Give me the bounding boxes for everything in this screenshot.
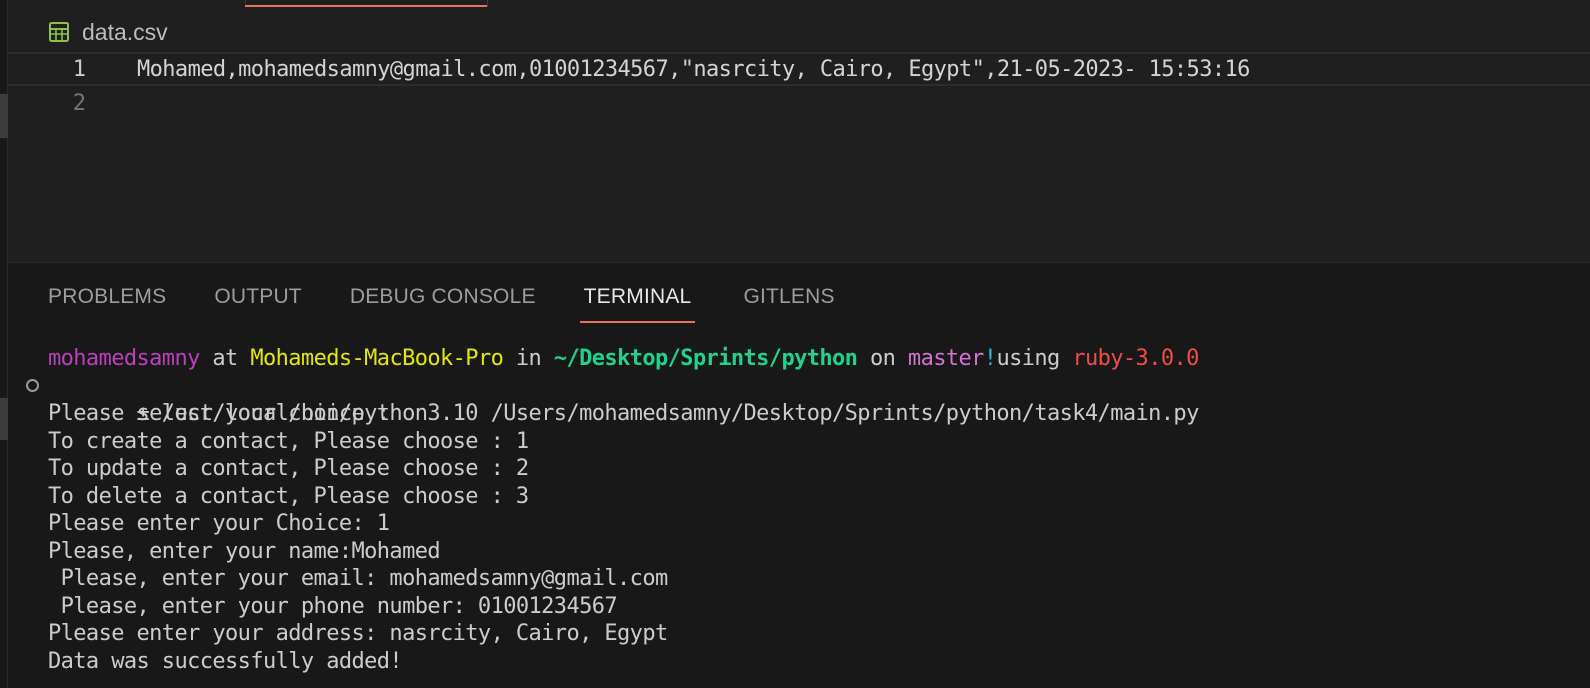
terminal-prompt: mohamedsamny at Mohameds-MacBook-Pro in … — [48, 345, 1578, 373]
prompt-using: using — [996, 346, 1073, 371]
tab-gitlens[interactable]: GITLENS — [743, 283, 834, 323]
terminal-line: To create a contact, Please choose : 1 — [48, 428, 529, 454]
terminal-line: Please, enter your phone number: 0100123… — [48, 593, 618, 619]
terminal-line: Please, enter your email: mohamedsamny@g… — [48, 566, 669, 591]
command-status-circle-icon[interactable] — [26, 378, 39, 392]
line-number: 1 — [72, 56, 86, 82]
command-text: ± /usr/local/bin/python3.10 /Users/moham… — [123, 401, 1200, 426]
prompt-host: Mohameds-MacBook-Pro — [250, 346, 504, 371]
line-content[interactable]: Mohamed,mohamedsamny@gmail.com,010012345… — [137, 57, 1250, 82]
prompt-path: ~/Desktop/Sprints/python — [553, 346, 858, 371]
terminal-line: Data was successfully added! — [48, 648, 403, 674]
prompt-on: on — [857, 346, 908, 371]
bottom-panel: PROBLEMS OUTPUT DEBUG CONSOLE TERMINAL G… — [8, 262, 1590, 688]
terminal-line: To update a contact, Please choose : 2 — [48, 456, 529, 481]
scroll-marker — [0, 398, 8, 440]
breadcrumb-file-name[interactable]: data.csv — [82, 19, 168, 46]
prompt-ruby-version: ruby-3.0.0 — [1072, 346, 1199, 371]
terminal-command: ± /usr/local/bin/python3.10 /Users/moham… — [26, 373, 1578, 426]
editor-line[interactable]: 1 Mohamed,mohamedsamny@gmail.com,0100123… — [8, 52, 1590, 86]
tab-terminal[interactable]: TERMINAL — [579, 283, 696, 323]
tab-divider — [487, 0, 488, 7]
editor: data.csv 1 Mohamed,mohamedsamny@gmail.co… — [8, 0, 1590, 262]
terminal-line: Please, enter your name:Mohamed — [48, 538, 441, 564]
terminal-line: Please enter your address: nasrcity, Cai… — [48, 621, 668, 646]
scroll-marker — [0, 94, 8, 138]
prompt-dirty: ! — [983, 346, 997, 371]
line-number: 2 — [72, 90, 86, 116]
prompt-in: in — [503, 346, 554, 371]
table-icon — [49, 22, 69, 42]
panel-tab-bar: PROBLEMS OUTPUT DEBUG CONSOLE TERMINAL G… — [48, 283, 883, 323]
active-editor-tab-indicator[interactable] — [245, 0, 487, 7]
left-edge-strip — [0, 0, 8, 688]
tab-debug-console[interactable]: DEBUG CONSOLE — [350, 283, 536, 323]
breadcrumb[interactable]: data.csv — [48, 16, 168, 48]
terminal-line: To delete a contact, Please choose : 3 — [48, 483, 529, 509]
tab-output[interactable]: OUTPUT — [214, 283, 302, 323]
prompt-user: mohamedsamny — [48, 346, 200, 371]
tab-problems[interactable]: PROBLEMS — [48, 283, 166, 323]
prompt-at: at — [199, 346, 251, 371]
editor-line[interactable]: 2 — [8, 86, 1590, 120]
prompt-branch: master — [907, 346, 984, 371]
terminal-line: Please enter your Choice: 1 — [48, 511, 390, 536]
terminal-output[interactable]: mohamedsamny at Mohameds-MacBook-Pro in … — [26, 345, 1578, 675]
